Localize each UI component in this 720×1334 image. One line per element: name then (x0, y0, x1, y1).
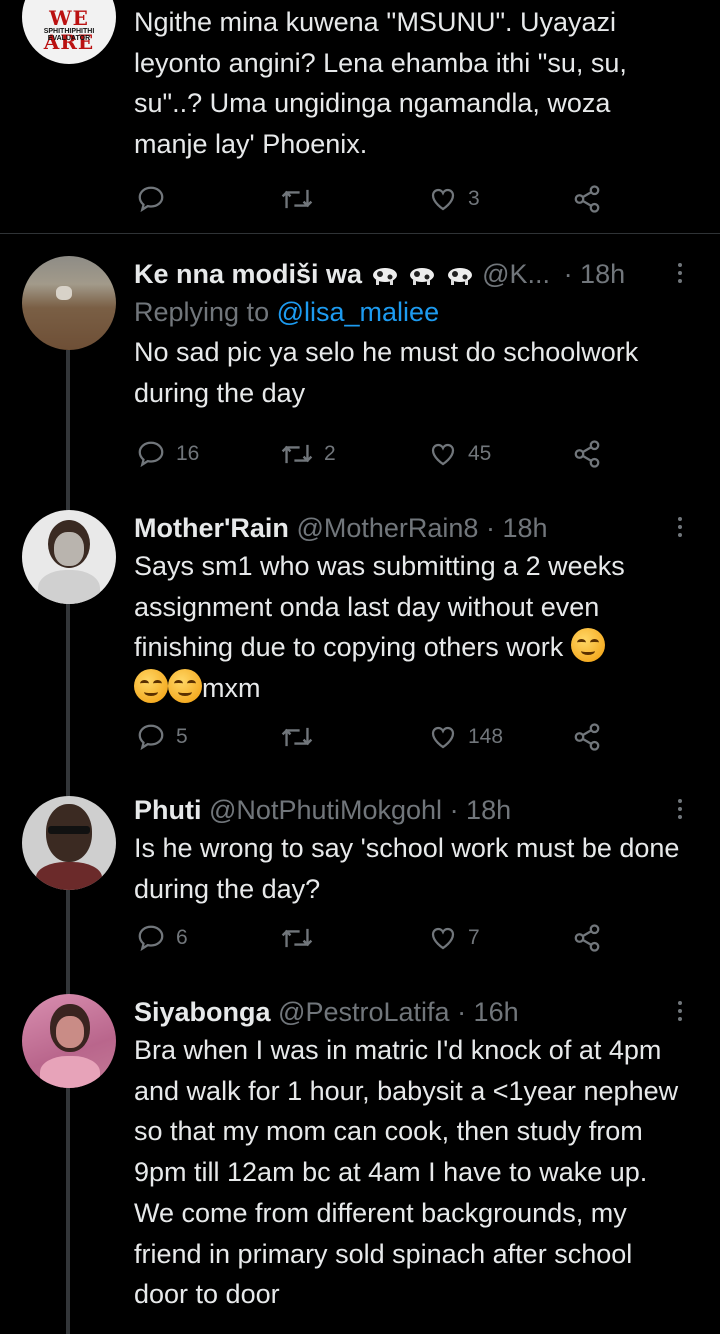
smirk-emoji-icon (168, 669, 202, 704)
avatar[interactable] (22, 796, 116, 890)
heart-icon (431, 726, 455, 749)
timestamp[interactable]: · 18h (450, 795, 512, 825)
retweet-button[interactable] (280, 719, 324, 755)
retweet-icon (281, 444, 313, 464)
share-icon (574, 924, 600, 952)
tweet-thread: WE ARE SPHITHIPHITHI EVALUATOR Ngithe mi… (0, 0, 720, 1334)
tweet-header: Phuti @NotPhutiMokgohl · 18h (134, 792, 690, 828)
like-count: 7 (468, 926, 480, 949)
share-icon (574, 723, 600, 751)
retweet-button[interactable] (280, 920, 324, 956)
like-button[interactable]: 45 (428, 436, 491, 472)
avatar[interactable]: WE ARE SPHITHIPHITHI EVALUATOR (22, 0, 116, 64)
tweet-header: Mother'Rain @MotherRain8 · 18h (134, 510, 690, 546)
mention-link[interactable]: @lisa_maliee (277, 297, 439, 327)
avatar[interactable] (22, 510, 116, 604)
reply-count: 5 (176, 725, 188, 748)
replying-to: Replying to @lisa_maliee (134, 297, 440, 327)
avatar-caption: SPHITHIPHITHI EVALUATOR (43, 28, 95, 42)
cow-emoji-icon (447, 268, 472, 285)
share-button[interactable] (572, 719, 602, 755)
tweet-actions: 3 (134, 181, 614, 217)
like-button[interactable]: 7 (428, 920, 480, 956)
divider (0, 233, 720, 234)
like-count: 148 (468, 725, 504, 748)
share-button[interactable] (572, 436, 602, 472)
tweet-actions: 6 7 (134, 920, 614, 956)
tweet-text: No sad pic ya selo he must do schoolwork… (134, 337, 639, 408)
tweet-text: Bra when I was in matric I'd knock of at… (134, 1035, 679, 1310)
display-name[interactable]: Mother'Rain (134, 513, 289, 543)
cow-emoji-icon (410, 268, 435, 285)
like-button[interactable]: 148 (428, 719, 503, 755)
reply-button[interactable]: 5 (136, 719, 188, 755)
handle[interactable]: @K... (482, 259, 550, 289)
reply-icon (138, 186, 164, 213)
timestamp[interactable]: · 18h (486, 513, 548, 543)
share-button[interactable] (572, 920, 602, 956)
retweet-icon (281, 189, 313, 209)
reply-button[interactable]: 6 (136, 920, 188, 956)
display-name[interactable]: Phuti (134, 795, 202, 825)
more-options-icon[interactable] (670, 792, 690, 826)
smirk-emoji-icon (134, 669, 168, 704)
heart-icon (431, 927, 455, 950)
avatar[interactable] (22, 994, 116, 1088)
tweet-header: Siyabonga @PestroLatifa · 16h (134, 994, 690, 1030)
reply-icon (138, 724, 164, 751)
heart-icon (431, 443, 455, 466)
like-button[interactable]: 3 (428, 181, 480, 217)
timestamp[interactable]: · 18h (564, 259, 626, 289)
more-options-icon[interactable] (670, 510, 690, 544)
reply-button[interactable]: 16 (136, 436, 199, 472)
share-icon (574, 440, 600, 468)
timestamp[interactable]: · 16h (457, 997, 519, 1027)
heart-icon (431, 188, 455, 211)
more-options-icon[interactable] (670, 256, 690, 290)
share-button[interactable] (572, 181, 602, 217)
handle[interactable]: @MotherRain8 (296, 513, 478, 543)
tweet-text: Is he wrong to say 'school work must be … (134, 833, 680, 904)
retweet-count: 2 (324, 442, 336, 465)
retweet-button[interactable] (280, 181, 314, 217)
tweet-actions: 5 148 (134, 719, 614, 755)
retweet-icon (281, 727, 313, 747)
reply-icon (138, 925, 164, 952)
display-name[interactable]: Siyabonga (134, 997, 271, 1027)
retweet-icon (281, 928, 313, 948)
handle[interactable]: @PestroLatifa (278, 997, 450, 1027)
avatar[interactable] (22, 256, 116, 350)
reply-count: 16 (176, 442, 200, 465)
tweet-text: Says sm1 who was submitting a 2 weeks as… (134, 551, 625, 704)
display-name[interactable]: Ke nna modiši wa (134, 259, 362, 289)
reply-icon (138, 441, 164, 468)
share-icon (574, 185, 600, 213)
handle[interactable]: @NotPhutiMokgohl (209, 795, 442, 825)
retweet-button[interactable]: 2 (280, 436, 336, 472)
tweet-text: Ngithe mina kuwena ''MSUNU". Uyayazi ley… (134, 7, 627, 160)
like-count: 3 (468, 187, 480, 210)
tweet-header: Ke nna modiši wa @K... · 18h (134, 256, 690, 292)
tweet-actions: 16 2 45 (134, 436, 614, 472)
smirk-emoji-icon (570, 628, 605, 663)
like-count: 45 (468, 442, 492, 465)
cow-emoji-icon (372, 268, 397, 285)
reply-count: 6 (176, 926, 188, 949)
more-options-icon[interactable] (670, 994, 690, 1028)
reply-button[interactable] (136, 181, 166, 217)
